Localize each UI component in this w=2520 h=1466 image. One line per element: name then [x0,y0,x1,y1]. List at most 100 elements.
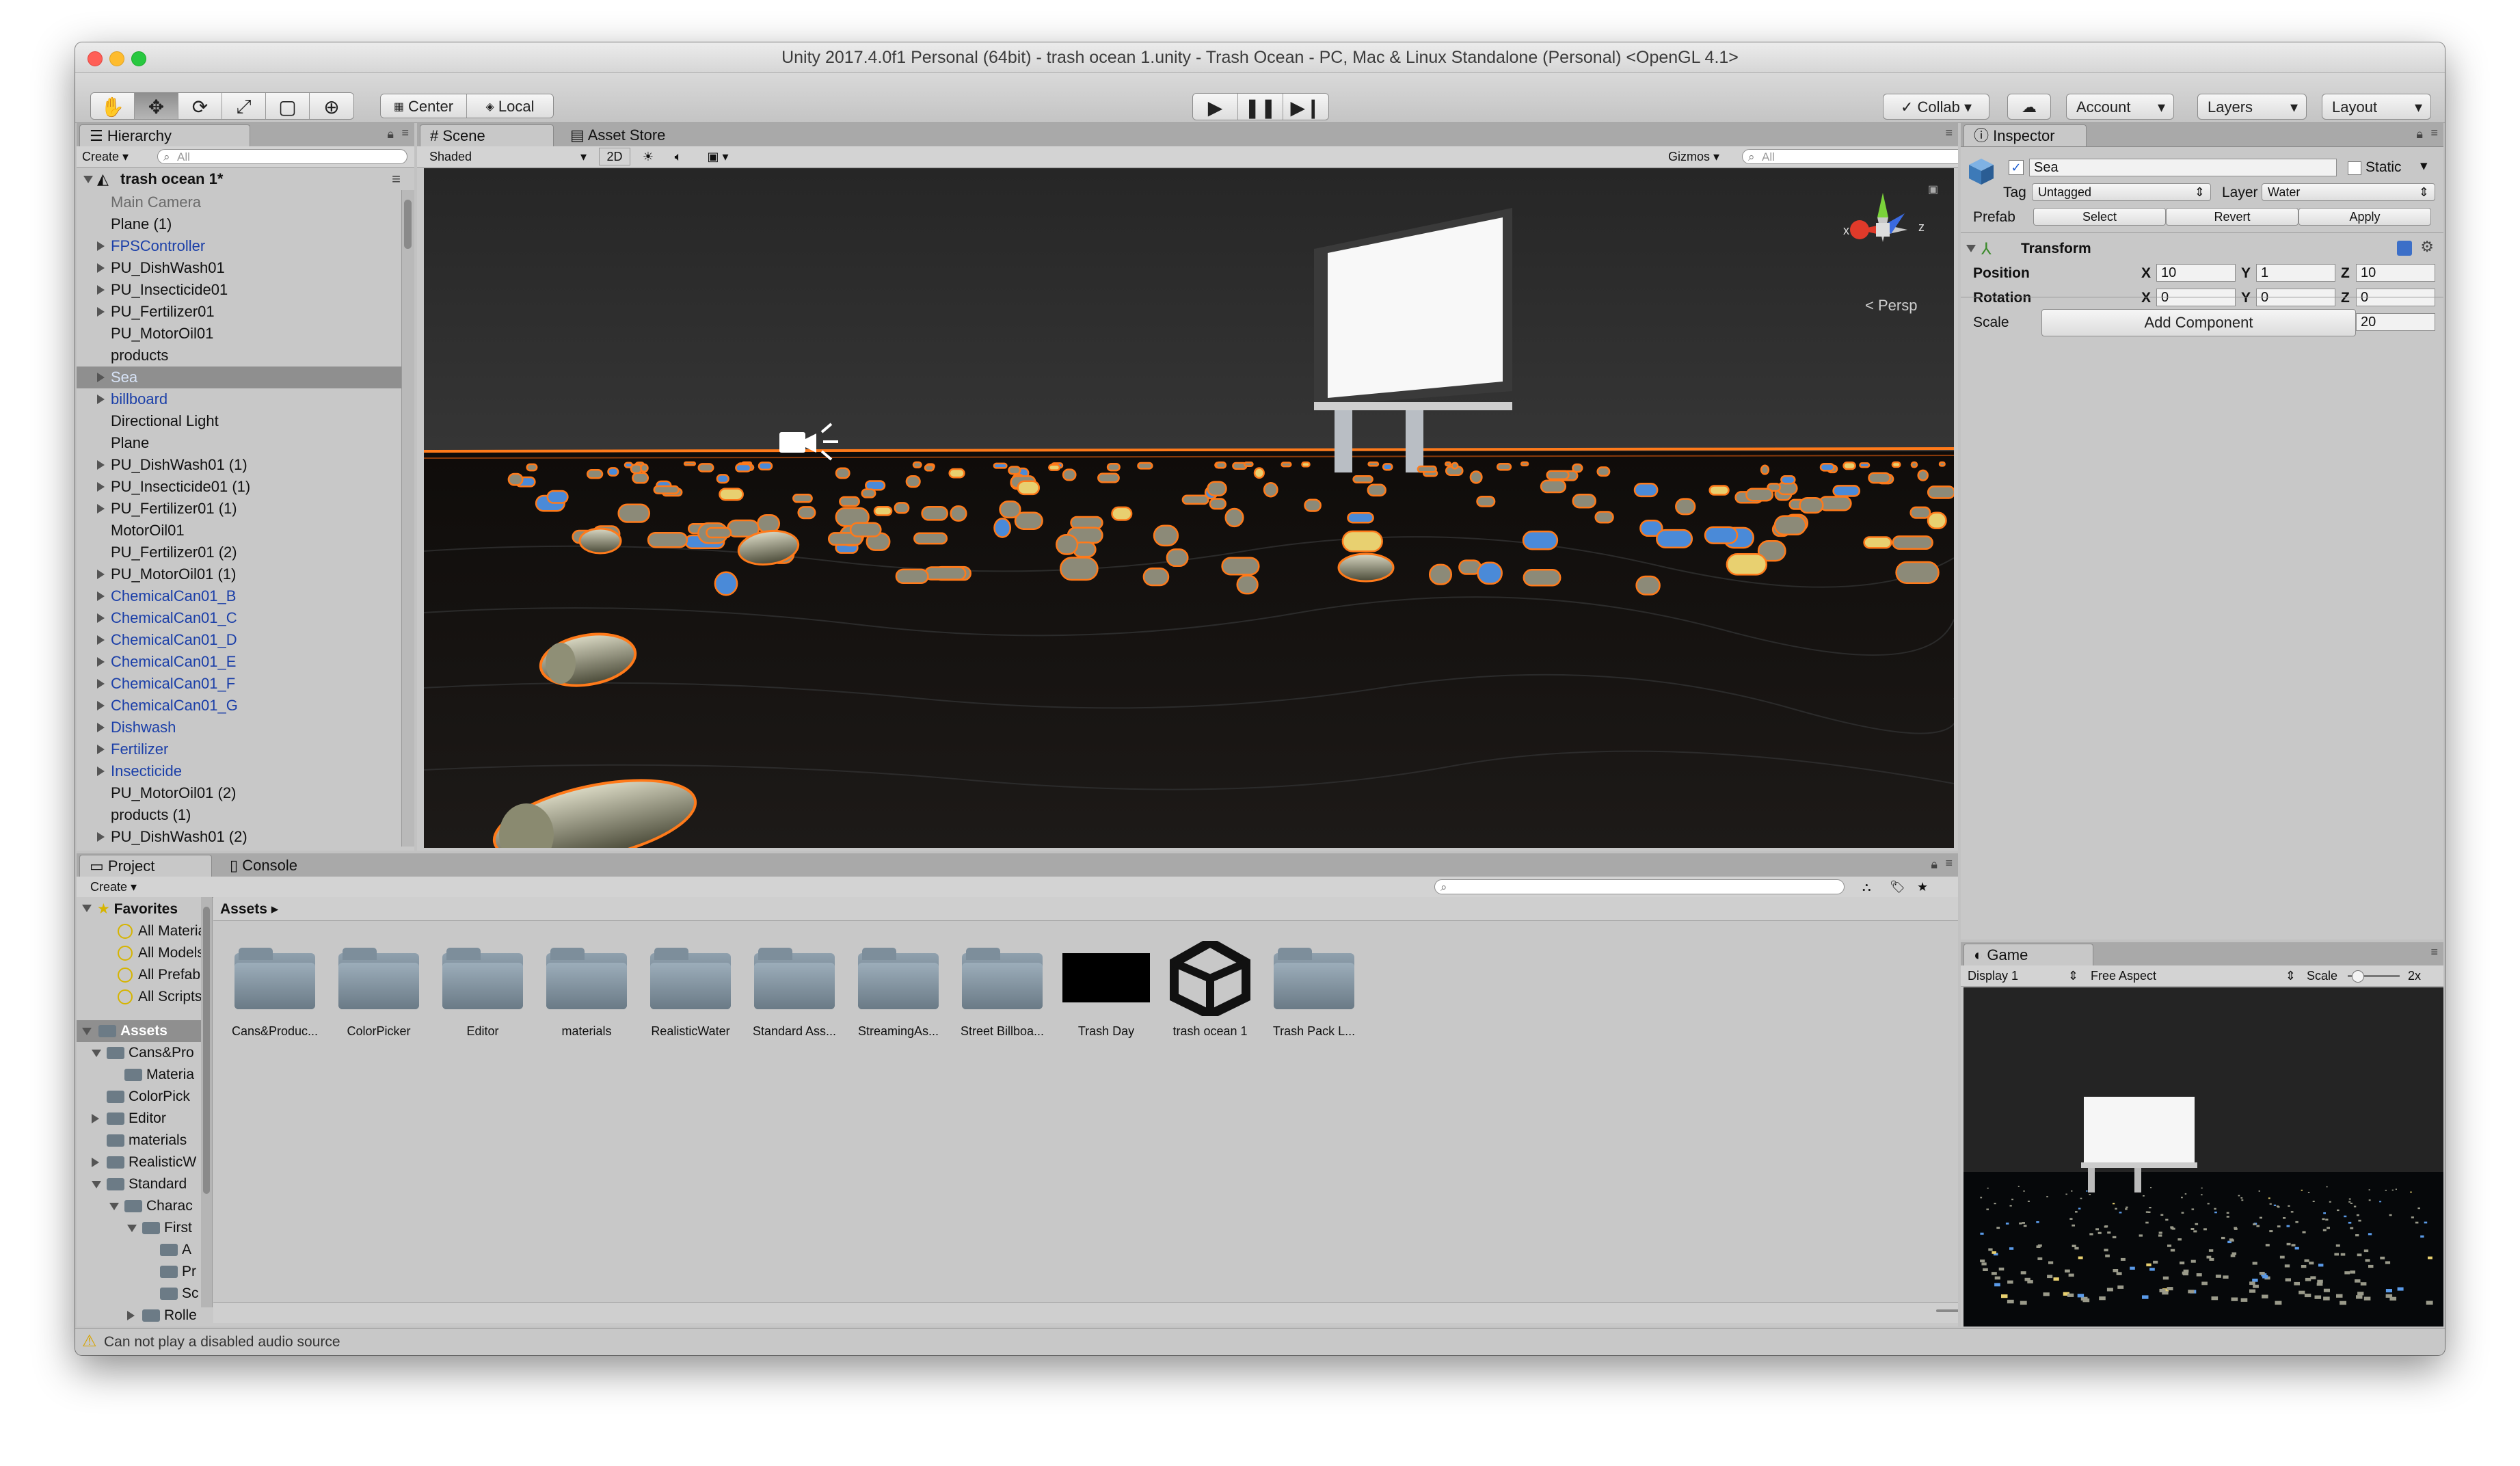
trash-item[interactable] [1048,464,1061,471]
chevron-right-icon[interactable] [127,1311,135,1320]
chevron-down-icon[interactable] [92,1050,101,1057]
project-tree-scrollbar[interactable] [201,897,212,1307]
trash-item[interactable] [1224,507,1244,528]
project-search-input[interactable]: ⌕ [1434,879,1845,894]
chevron-right-icon[interactable] [97,395,105,404]
trash-item[interactable] [1382,463,1393,471]
trash-item[interactable] [1656,529,1693,549]
transform-header[interactable]: ⅄ Transform ⚙ [1961,238,2443,261]
hierarchy-item[interactable]: PU_DishWash01 (2) [77,826,414,848]
chevron-right-icon[interactable] [97,285,105,295]
trash-item[interactable] [1347,512,1374,524]
hierarchy-item[interactable]: Insecticide [77,760,414,782]
trash-item[interactable] [1070,516,1103,530]
chevron-right-icon[interactable] [97,460,105,470]
trash-item[interactable] [1097,472,1120,483]
scene-viewport[interactable]: x z < Persp ▣ [424,168,1954,848]
trash-item[interactable] [1496,463,1512,471]
trash-item[interactable] [716,474,729,484]
chevron-down-icon[interactable] [83,176,93,183]
chevron-right-icon[interactable] [97,504,105,514]
trash-item[interactable] [1596,466,1611,477]
rotation-x-field[interactable]: 0 [2156,289,2236,306]
tab-asset-store[interactable]: ▤ Asset Store [561,124,697,146]
trash-item[interactable] [849,522,882,537]
project-tree-scroll-thumb[interactable] [203,907,210,1194]
trash-item[interactable] [1477,561,1503,585]
favorite-item[interactable]: All Materia [118,920,206,942]
trash-item[interactable] [1927,485,1954,499]
asset-item[interactable]: Street Billboa... [948,922,1057,1058]
step-icon[interactable]: ▶❙ [1283,94,1328,120]
trash-item[interactable] [1341,530,1383,552]
chevron-down-icon[interactable] [82,905,92,912]
trash-item[interactable] [993,462,1008,469]
trash-item[interactable] [913,532,948,545]
layer-dropdown[interactable]: Water ⇕ [2262,183,2435,201]
gear-icon[interactable]: ⚙ [2420,238,2434,256]
chevron-down-icon[interactable] [109,1203,119,1210]
tab-hierarchy[interactable]: ☰ Hierarchy [79,124,250,146]
panel-menu-icon[interactable]: ≡ [2430,126,2438,140]
trash-item[interactable] [1417,465,1437,473]
trash-item[interactable] [839,496,860,507]
chevron-right-icon[interactable] [97,635,105,645]
status-message[interactable]: Can not play a disabled audio source [104,1334,340,1350]
hierarchy-item[interactable]: Dishwash [77,717,414,738]
trash-item[interactable] [1059,557,1099,581]
trash-item[interactable] [1760,464,1770,475]
trash-item[interactable] [632,472,649,484]
scale-slider-thumb[interactable] [2352,970,2364,983]
rotation-z-field[interactable]: 0 [2356,289,2435,306]
chevron-right-icon[interactable] [97,307,105,317]
trash-item[interactable] [1780,475,1796,485]
hierarchy-item[interactable]: Plane [77,432,414,454]
minimize-window-button[interactable] [109,51,124,66]
hierarchy-item[interactable]: Directional Light [77,410,414,432]
trash-item[interactable] [912,461,922,468]
midground-can[interactable] [578,527,622,555]
favorite-item[interactable]: All Models [118,942,204,964]
trash-item[interactable] [719,488,744,501]
scene-search-input[interactable]: ⌕ All [1742,149,1958,164]
asset-item[interactable]: Standard Ass... [740,922,849,1058]
trash-item[interactable] [1476,495,1496,507]
trash-item[interactable] [1008,466,1021,475]
trash-item[interactable] [1745,488,1774,502]
trash-item[interactable] [1367,483,1386,497]
asset-item[interactable]: ColorPicker [324,922,433,1058]
object-name-field[interactable]: Sea [2029,159,2337,176]
hierarchy-item[interactable]: PU_MotorOil01 [77,323,414,345]
transform-tool-icon[interactable]: ⊕ [310,93,353,119]
trash-item[interactable] [1938,461,1946,467]
chevron-right-icon[interactable] [97,657,105,667]
trash-item[interactable] [1868,472,1891,484]
trash-item[interactable] [993,518,1012,538]
hierarchy-scroll-thumb[interactable] [404,200,412,249]
trash-item[interactable] [1301,461,1311,468]
trash-item[interactable] [1546,470,1570,480]
trash-item[interactable] [1014,511,1043,530]
asset-folder-item[interactable]: First [127,1217,192,1239]
trash-item[interactable] [683,461,697,466]
trash-item[interactable] [546,490,569,504]
chevron-right-icon[interactable] [97,679,105,689]
hierarchy-scrollbar[interactable] [401,190,414,847]
trash-item[interactable] [1522,531,1559,550]
tab-game[interactable]: ◐ Game [1963,944,2093,965]
asset-item[interactable]: StreamingAs... [844,922,953,1058]
asset-item[interactable]: Editor [428,922,537,1058]
trash-item[interactable] [1106,462,1121,472]
hierarchy-item[interactable]: Fertilizer [77,738,414,760]
hierarchy-item[interactable]: ChemicalCan01_E [77,651,414,673]
lighting-icon[interactable]: ☀ [634,148,662,165]
asset-item[interactable]: Trash Pack L... [1259,922,1369,1058]
trash-item[interactable] [1927,511,1947,530]
chevron-down-icon[interactable] [1966,245,1976,252]
scale-z-field[interactable]: 20 [2356,313,2435,331]
gizmos-dropdown[interactable]: Gizmos ▾ [1668,148,1719,165]
chevron-right-icon[interactable] [97,832,105,842]
mode-2d-toggle[interactable]: 2D [599,148,630,165]
hierarchy-item[interactable]: PU_DishWash01 (1) [77,454,414,476]
trash-item[interactable] [1281,462,1292,468]
